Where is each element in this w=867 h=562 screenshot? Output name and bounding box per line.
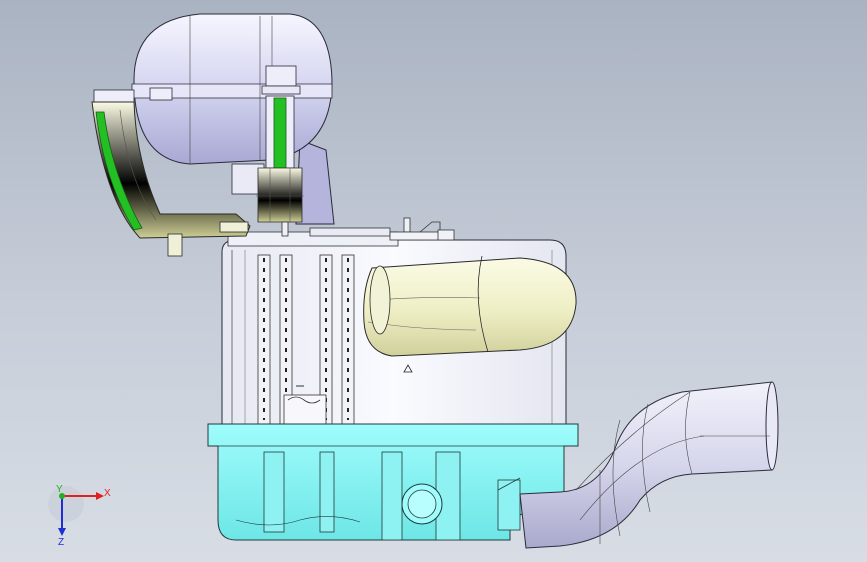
y-axis-label: Y (56, 484, 63, 495)
z-axis-label: Z (58, 537, 64, 548)
top-fitting (389, 217, 455, 241)
orientation-triad[interactable]: X Y Z (48, 484, 111, 548)
z-axis-arrowhead (58, 528, 66, 536)
triad-hub (48, 486, 84, 522)
cyan-base (207, 423, 579, 541)
yellow-hose (363, 255, 577, 357)
cad-viewport[interactable]: X Y Z (0, 0, 867, 562)
x-axis-label: X (104, 488, 111, 499)
x-axis-arrowhead (96, 492, 104, 500)
